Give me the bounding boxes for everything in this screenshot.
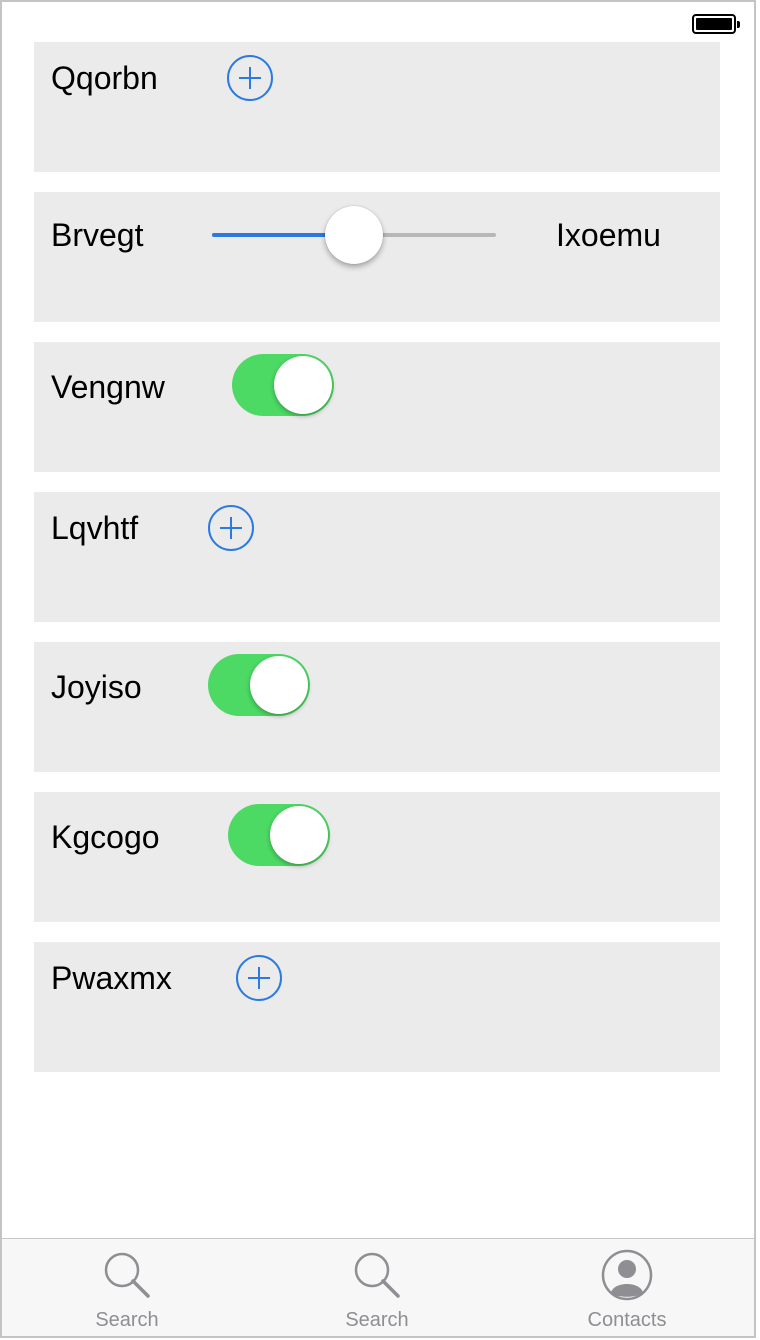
row-kgcogo: Kgcogo xyxy=(34,792,720,922)
battery-full-icon xyxy=(692,14,740,34)
tab-search[interactable]: Search xyxy=(2,1239,252,1336)
row-label: Vengnw xyxy=(51,369,165,405)
plus-circle-icon[interactable] xyxy=(236,955,282,1001)
toggle-switch[interactable] xyxy=(228,804,330,866)
toggle-switch[interactable] xyxy=(208,654,310,716)
tab-bar: Search Search Contacts xyxy=(2,1238,754,1336)
row-label: Lqvhtf xyxy=(51,510,139,546)
toggle-switch[interactable] xyxy=(232,354,334,416)
row-label: Qqorbn xyxy=(51,60,158,96)
battery-level xyxy=(696,18,732,30)
app-screen: Qqorbn Brvegt Ixoemu Vengnw Lqvhtf Joyis… xyxy=(0,0,756,1338)
row-joyiso: Joyiso xyxy=(34,642,720,772)
battery-tip xyxy=(737,21,740,28)
row-pwaxmx: Pwaxmx xyxy=(34,942,720,1072)
tab-contacts[interactable]: Contacts xyxy=(502,1239,752,1336)
search-icon xyxy=(354,1252,400,1298)
slider-max-label: Ixoemu xyxy=(556,217,661,253)
row-label: Pwaxmx xyxy=(51,960,172,996)
tab-label: Search xyxy=(95,1309,159,1331)
plus-circle-icon[interactable] xyxy=(208,505,254,551)
toggle-knob xyxy=(270,806,328,864)
row-lqvhtf: Lqvhtf xyxy=(34,492,720,622)
row-brvegt: Brvegt Ixoemu xyxy=(34,192,720,322)
toggle-knob xyxy=(250,656,308,714)
row-label: Kgcogo xyxy=(51,819,160,855)
tab-search-2[interactable]: Search xyxy=(252,1239,502,1336)
row-label: Joyiso xyxy=(51,669,142,705)
row-qqorbn: Qqorbn xyxy=(34,42,720,172)
slider-thumb[interactable] xyxy=(325,206,383,264)
toggle-knob xyxy=(274,356,332,414)
tab-label: Search xyxy=(345,1309,409,1331)
search-icon xyxy=(104,1252,150,1298)
contacts-icon xyxy=(601,1249,653,1301)
row-vengnw: Vengnw xyxy=(34,342,720,472)
row-label: Brvegt xyxy=(51,217,144,253)
tab-label: Contacts xyxy=(587,1309,667,1331)
plus-circle-icon[interactable] xyxy=(227,55,273,101)
